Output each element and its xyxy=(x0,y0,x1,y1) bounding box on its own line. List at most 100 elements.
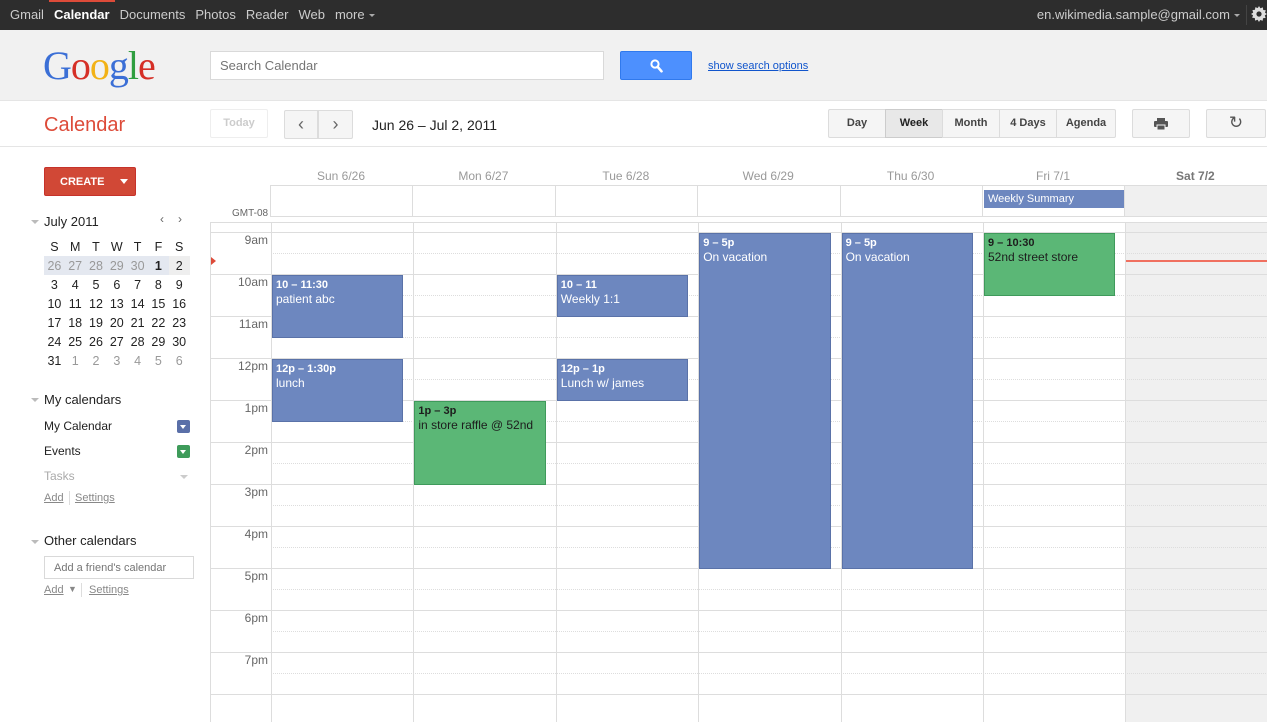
google-logo[interactable]: Google xyxy=(43,43,156,88)
event-time: 10 – 11:30 xyxy=(276,279,328,291)
event-title: Weekly 1:1 xyxy=(560,292,620,306)
view-day-button[interactable]: Day xyxy=(828,109,886,138)
chevron-left-icon: ‹ xyxy=(298,114,304,134)
show-search-options-link[interactable]: show search options xyxy=(708,60,808,72)
all-day-row[interactable]: Weekly Summary xyxy=(270,185,1267,217)
date-range: Jun 26 – Jul 2, 2011 xyxy=(372,117,498,133)
calendar-event[interactable]: 1p – 3p in store raffle @ 52nd xyxy=(414,401,546,485)
hour-line xyxy=(211,694,1267,695)
account-menu[interactable]: en.wikimedia.sample@gmail.com xyxy=(1037,0,1240,30)
refresh-icon: ↻ xyxy=(1228,113,1244,132)
calendar-event[interactable]: 9 – 10:30 52nd street store xyxy=(984,233,1116,296)
column-divider xyxy=(1124,186,1126,216)
nav-reader[interactable]: Reader xyxy=(241,0,294,30)
hour-label: 12pm xyxy=(237,359,268,373)
time-grid[interactable]: 8am9am10am11am12pm1pm2pm3pm4pm5pm6pm7pm1… xyxy=(210,223,1267,722)
day-header[interactable]: Tue 6/28 xyxy=(555,169,697,183)
event-title: On vacation xyxy=(703,250,768,264)
event-title: On vacation xyxy=(845,250,910,264)
hour-label: 3pm xyxy=(244,485,268,499)
today-button[interactable]: Today xyxy=(210,109,268,138)
week-grid: Sun 6/26 Mon 6/27 Tue 6/28 Wed 6/29 Thu 6/30… xyxy=(0,147,1267,722)
chevron-right-icon: › xyxy=(332,114,339,134)
event-time: 1p – 3p xyxy=(418,405,457,417)
nav-calendar[interactable]: Calendar xyxy=(48,0,115,30)
calendar-event[interactable]: 10 – 11:30 patient abc xyxy=(272,275,404,338)
logo-letter: e xyxy=(138,43,156,88)
calendar-event[interactable]: 12p – 1p Lunch w/ james xyxy=(556,359,689,401)
search-button[interactable] xyxy=(620,51,692,80)
refresh-button[interactable]: ↻ xyxy=(1206,109,1266,138)
calendar-event[interactable]: 9 – 5p On vacation xyxy=(841,233,973,569)
column-divider xyxy=(983,223,984,722)
day-header[interactable]: Mon 6/27 xyxy=(412,169,554,183)
calendar-event[interactable]: 10 – 11 Weekly 1:1 xyxy=(556,275,689,317)
event-time: 10 – 11 xyxy=(560,279,597,291)
hour-label: 7pm xyxy=(244,653,268,667)
all-day-event[interactable]: Weekly Summary xyxy=(984,190,1125,208)
search-input[interactable] xyxy=(210,51,604,80)
view-week-button[interactable]: Week xyxy=(885,109,943,138)
view-4days-button[interactable]: 4 Days xyxy=(999,109,1057,138)
column-divider xyxy=(982,186,983,216)
column-divider xyxy=(839,186,841,216)
event-title: 52nd street store xyxy=(988,250,1079,264)
column-divider xyxy=(1125,223,1127,722)
day-header[interactable]: Sun 6/26 xyxy=(270,169,412,183)
logo-letter: g xyxy=(108,43,129,88)
toolbar: Calendar Today ‹ › Jun 26 – Jul 2, 2011 … xyxy=(0,101,1267,147)
current-time-marker-icon xyxy=(211,257,216,266)
prev-week-button[interactable]: ‹ xyxy=(284,110,318,139)
view-agenda-button[interactable]: Agenda xyxy=(1056,109,1116,138)
nav-web[interactable]: Web xyxy=(293,0,330,30)
nav-gmail[interactable]: Gmail xyxy=(0,0,49,30)
account-email: en.wikimedia.sample@gmail.com xyxy=(1036,7,1230,22)
printer-icon xyxy=(1154,118,1168,131)
event-title: Lunch w/ james xyxy=(560,376,645,390)
current-time-line xyxy=(1126,260,1267,263)
gear-icon[interactable] xyxy=(1251,6,1267,24)
day-header[interactable]: Fri 7/1 xyxy=(982,169,1124,183)
nav-photos[interactable]: Photos xyxy=(190,0,240,30)
column-divider xyxy=(697,186,699,216)
divider xyxy=(1246,5,1247,25)
view-month-button[interactable]: Month xyxy=(942,109,1000,138)
nav-more-label: more xyxy=(334,7,365,22)
google-bar: Gmail Calendar Documents Photos Reader W… xyxy=(0,0,1267,30)
logo-letter: l xyxy=(127,43,139,88)
nav-more[interactable]: more xyxy=(330,0,380,30)
print-button[interactable] xyxy=(1132,109,1190,138)
event-title: patient abc xyxy=(276,292,335,306)
products-nav: Gmail Calendar Documents Photos Reader W… xyxy=(0,0,380,30)
event-time: 9 – 5p xyxy=(703,237,735,249)
hour-line xyxy=(211,652,1267,653)
hour-label: 1pm xyxy=(244,401,268,415)
column-divider xyxy=(412,186,414,216)
day-header[interactable]: Wed 6/29 xyxy=(697,169,839,183)
hour-line xyxy=(211,610,1267,611)
logo-letter: G xyxy=(43,43,72,88)
event-time: 12p – 1:30p xyxy=(276,363,336,375)
half-hour-line xyxy=(271,673,1267,674)
event-title: lunch xyxy=(276,376,305,390)
event-time: 9 – 5p xyxy=(845,237,877,249)
day-header[interactable]: Sat 7/2 xyxy=(1124,169,1266,183)
nav-documents[interactable]: Documents xyxy=(115,0,191,30)
search-icon xyxy=(650,59,663,73)
chevron-down-icon xyxy=(368,14,375,18)
logo-letter: o xyxy=(89,43,110,88)
event-time: 12p – 1p xyxy=(560,363,605,375)
column-divider xyxy=(270,186,271,216)
hour-label: 6pm xyxy=(244,611,268,625)
next-week-button[interactable]: › xyxy=(318,110,353,139)
calendar-event[interactable]: 9 – 5p On vacation xyxy=(699,233,831,569)
header: Google show search options xyxy=(0,30,1267,101)
today-column-shade xyxy=(1124,186,1267,216)
day-header[interactable]: Thu 6/30 xyxy=(840,169,982,183)
logo-letter: o xyxy=(70,43,91,88)
calendar-event[interactable]: 12p – 1:30p lunch xyxy=(272,359,404,422)
chevron-down-icon xyxy=(1234,14,1240,18)
hour-label: 2pm xyxy=(244,443,268,457)
event-title: in store raffle @ 52nd xyxy=(418,418,534,432)
hour-label: 10am xyxy=(237,275,268,289)
